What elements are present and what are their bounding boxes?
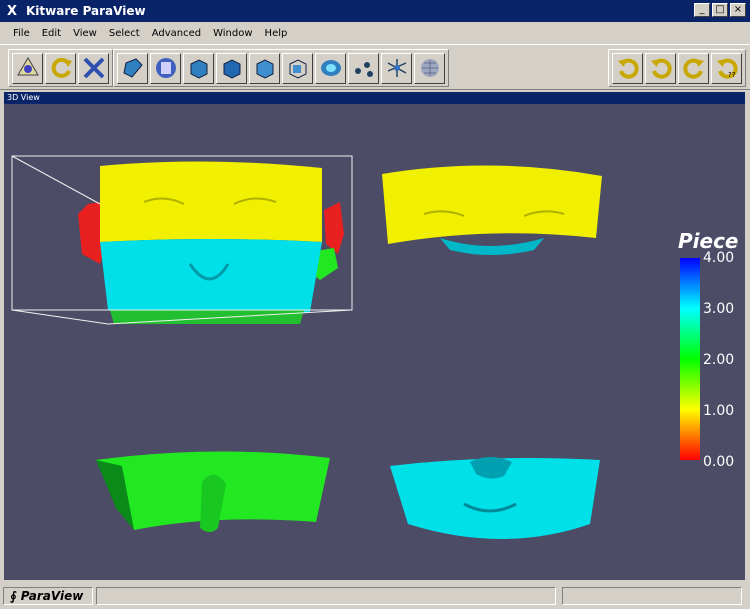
translate-icon[interactable] [78,52,109,84]
minimize-button[interactable]: _ [694,3,710,17]
status-app-name: ParaView [20,589,84,603]
app-icon: X [6,3,18,19]
redo-icon[interactable] [645,52,676,84]
filter-toolbar [113,49,449,87]
toolbar: ?? [0,44,750,90]
legend-tick: 4.00 [703,250,735,266]
legend-tick: 3.00 [703,301,735,317]
menu-window[interactable]: Window [213,28,252,39]
legend-tick: 0.00 [703,454,735,470]
undo-toolbar: ?? [608,49,746,87]
paraview-logo-icon: ∮ [10,589,17,603]
render-viewport[interactable] [4,104,745,580]
interaction-toolbar [8,49,113,87]
undo-2-icon[interactable] [678,52,709,84]
title-bar[interactable]: X Kitware ParaView _ □ × [0,0,750,22]
svg-text:??: ?? [728,71,736,79]
close-button[interactable]: × [730,3,746,17]
menu-file[interactable]: File [13,28,30,39]
3d-scene[interactable] [4,104,745,580]
menu-advanced[interactable]: Advanced [152,28,201,39]
reset-camera-icon[interactable] [12,52,43,84]
clip-icon[interactable] [117,52,148,84]
stream-icon[interactable] [381,52,412,84]
maximize-button[interactable]: □ [712,3,728,17]
cube-wire-icon[interactable] [282,52,313,84]
face-full [11,155,353,325]
menu-help[interactable]: Help [265,28,288,39]
rotate-icon[interactable] [45,52,76,84]
status-logo: ∮ ParaView [3,587,93,605]
piece-yellow [382,165,602,255]
contour-icon[interactable] [315,52,346,84]
glyph-icon[interactable] [348,52,379,84]
menu-view[interactable]: View [73,28,97,39]
menu-select[interactable]: Select [109,28,140,39]
piece-cyan [390,457,600,539]
cube-2-icon[interactable] [216,52,247,84]
window-title: Kitware ParaView [26,4,146,18]
mesh-icon[interactable] [414,52,445,84]
view-title-bar[interactable]: 3D View [4,92,745,104]
menu-bar: File Edit View Select Advanced Window He… [0,22,750,44]
cube-icon[interactable] [183,52,214,84]
undo-icon[interactable] [612,52,643,84]
status-message [96,587,556,605]
legend-tick: 2.00 [703,352,735,368]
legend-color-bar [680,258,700,460]
menu-edit[interactable]: Edit [42,28,61,39]
legend-tick: 1.00 [703,403,735,419]
status-progress [562,587,742,605]
redo-2-icon[interactable]: ?? [711,52,742,84]
piece-green [96,451,330,532]
cube-3-icon[interactable] [249,52,280,84]
status-bar: ∮ ParaView [0,585,750,609]
calculator-icon[interactable] [150,52,181,84]
